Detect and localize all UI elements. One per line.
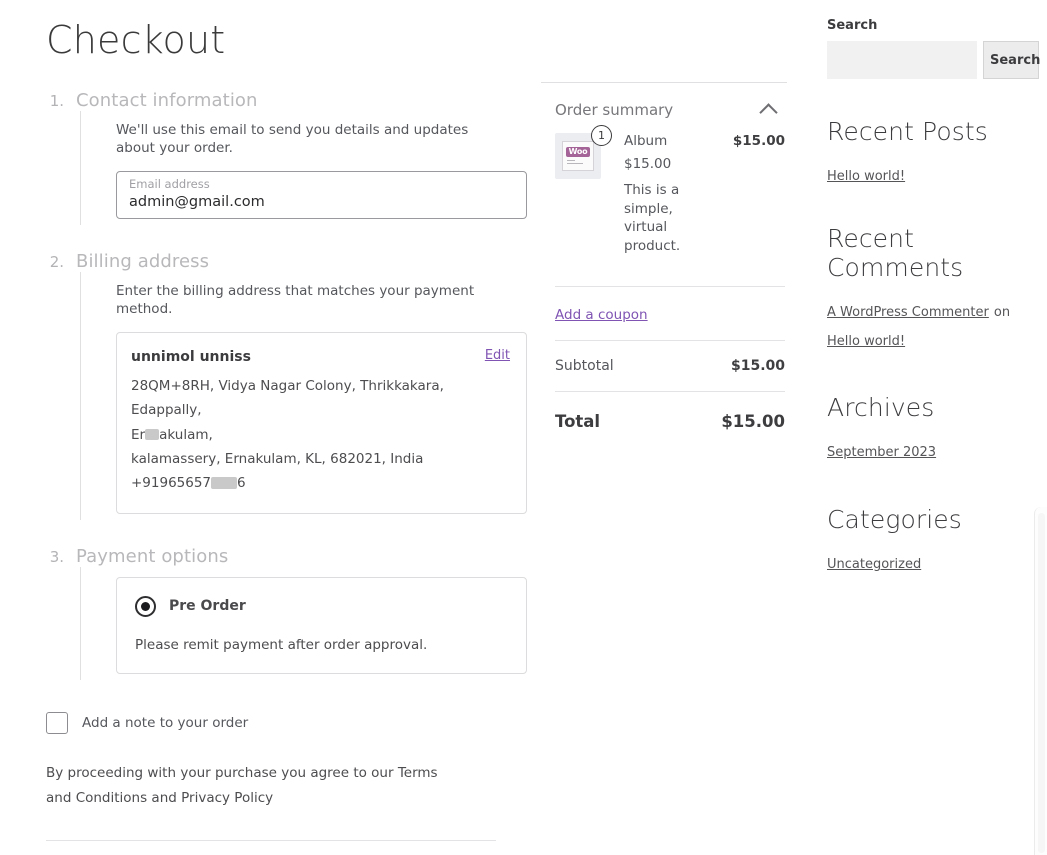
archive-link[interactable]: September 2023 <box>827 445 936 460</box>
payment-method-description: Please remit payment after order approva… <box>135 636 428 653</box>
recent-comments-item: A WordPress Commenter on Hello world! <box>827 296 1027 355</box>
step-title: Payment options <box>76 545 229 567</box>
chevron-up-icon[interactable] <box>759 102 778 122</box>
billing-phone: +91965657 6 <box>131 471 508 495</box>
payment-method-label: Pre Order <box>169 598 246 615</box>
placeholder-image-icon: Woo <box>562 141 594 171</box>
step-header: 3. Payment options <box>46 546 498 567</box>
recent-posts-widget: Recent Posts Hello world! <box>827 117 1027 190</box>
add-coupon-link[interactable]: Add a coupon <box>555 307 648 323</box>
payment-method-row[interactable]: Pre Order <box>135 595 508 617</box>
order-item-description: This is a simple, virtual product. <box>624 182 681 254</box>
recent-comments-widget: Recent Comments A WordPress Commenter on… <box>827 224 1027 355</box>
quantity-badge: 1 <box>591 125 612 146</box>
order-summary-panel: Order summary Woo 1 Album $15.00 $15.00 <box>541 0 787 451</box>
woo-logo: Woo <box>565 147 591 157</box>
placeholder-lines <box>567 160 589 165</box>
order-summary-title: Order summary <box>555 101 674 119</box>
step-description: We'll use this email to send you details… <box>116 121 469 156</box>
total-label: Total <box>555 411 601 431</box>
address-street: 28QM+8RH, Vidya Nagar Colony, Thrikkakar… <box>131 378 444 419</box>
address-city-post: akulam, <box>159 426 213 443</box>
radio-selected-icon[interactable] <box>135 595 156 617</box>
recent-posts-item: Hello world! <box>827 160 1027 190</box>
order-item-unit-price: $15.00 <box>624 156 672 172</box>
step-description: Enter the billing address that matches y… <box>116 283 475 318</box>
coupon-row: Add a coupon <box>541 256 787 340</box>
billing-address-line-2: kalamassery, Ernakulam, KL, 682021, Indi… <box>131 450 424 467</box>
redacted-block <box>211 476 238 489</box>
category-link[interactable]: Uncategorized <box>827 557 921 572</box>
page-title: Checkout <box>46 18 226 62</box>
order-note-checkbox[interactable] <box>46 711 68 734</box>
step-number: 2. <box>49 253 64 272</box>
total-value: $15.00 <box>721 411 785 431</box>
subtotal-label: Subtotal <box>555 357 614 374</box>
billing-address-line-1: 28QM+8RH, Vidya Nagar Colony, Thrikkakar… <box>131 374 508 422</box>
search-button[interactable]: Search <box>983 41 1040 79</box>
order-item: Woo 1 Album $15.00 $15.00 This is a simp… <box>541 125 787 256</box>
archives-widget: Archives September 2023 <box>827 393 1027 466</box>
step-title: Contact information <box>76 89 258 111</box>
archives-item: September 2023 <box>827 436 1027 466</box>
categories-item: Uncategorized <box>827 548 1027 578</box>
search-widget-row: Search <box>827 41 1040 79</box>
product-thumbnail-wrap: Woo 1 <box>555 125 612 256</box>
coupon-divider <box>555 285 785 287</box>
step-payment-options: 3. Payment options Pre Order Please remi… <box>46 546 527 680</box>
comment-on-text: on <box>993 304 1011 320</box>
subtotal-value: $15.00 <box>730 357 785 374</box>
phone-post: 6 <box>237 474 246 491</box>
total-row: Total $15.00 <box>541 392 787 451</box>
archives-heading: Archives <box>827 392 935 422</box>
categories-widget: Categories Uncategorized <box>827 505 1027 578</box>
step-body: Enter the billing address that matches y… <box>80 272 527 520</box>
terms-text: By proceeding with your purchase you agr… <box>46 764 438 806</box>
subtotal-row: Subtotal $15.00 <box>541 341 787 391</box>
step-body: Pre Order Please remit payment after ord… <box>80 566 527 680</box>
scrollbar-thumb[interactable] <box>1038 513 1045 853</box>
payment-method-card[interactable]: Pre Order Please remit payment after ord… <box>116 576 527 674</box>
sidebar: Search Search Recent Posts Hello world! … <box>827 0 1040 578</box>
categories-heading: Categories <box>827 505 962 535</box>
edit-address-link[interactable]: Edit <box>485 348 510 363</box>
order-note-row[interactable]: Add a note to your order <box>46 711 498 734</box>
vertical-scrollbar[interactable] <box>1034 507 1047 855</box>
order-item-name: Album <box>624 133 668 149</box>
step-header: 1. Contact information <box>46 90 498 111</box>
step-billing-address: 2. Billing address Enter the billing add… <box>46 251 527 520</box>
order-item-info: Album $15.00 $15.00 This is a simple, vi… <box>603 133 785 256</box>
comment-author-link[interactable]: A WordPress Commenter <box>827 305 989 320</box>
order-summary-header[interactable]: Order summary <box>541 83 787 133</box>
step-header: 2. Billing address <box>46 251 498 272</box>
redacted-block <box>145 429 160 440</box>
recent-comments-heading: Recent Comments <box>827 223 964 282</box>
recent-posts-heading: Recent Posts <box>827 117 988 146</box>
step-title: Billing address <box>76 251 210 273</box>
footer-divider <box>46 840 496 842</box>
order-item-name-row: Album $15.00 <box>624 133 785 149</box>
billing-address-card: unnimol unniss Edit 28QM+8RH, Vidya Naga… <box>116 332 527 514</box>
order-item-total: $15.00 <box>732 133 785 149</box>
step-contact-information: 1. Contact information We'll use this em… <box>46 90 527 226</box>
address-city-pre: Er <box>131 426 146 443</box>
checkout-column: Checkout 1. Contact information We'll us… <box>46 0 527 855</box>
search-widget-title: Search <box>827 18 878 33</box>
phone-pre: +91965657 <box>131 474 212 491</box>
order-note-label: Add a note to your order <box>82 714 249 731</box>
recent-post-link[interactable]: Hello world! <box>827 169 905 184</box>
email-field-value: admin@gmail.com <box>129 193 265 210</box>
step-body: We'll use this email to send you details… <box>80 110 527 226</box>
email-field[interactable]: Email address admin@gmail.com <box>116 171 527 220</box>
search-input[interactable] <box>827 41 977 79</box>
step-number: 1. <box>49 91 64 110</box>
email-field-label: Email address <box>129 177 210 192</box>
billing-name: unnimol unniss <box>131 349 251 366</box>
comment-post-link[interactable]: Hello world! <box>827 334 905 349</box>
checkout-page: Checkout 1. Contact information We'll us… <box>0 0 1047 855</box>
step-number: 3. <box>49 547 64 566</box>
billing-address-line-1b: Er akulam, <box>131 423 508 447</box>
